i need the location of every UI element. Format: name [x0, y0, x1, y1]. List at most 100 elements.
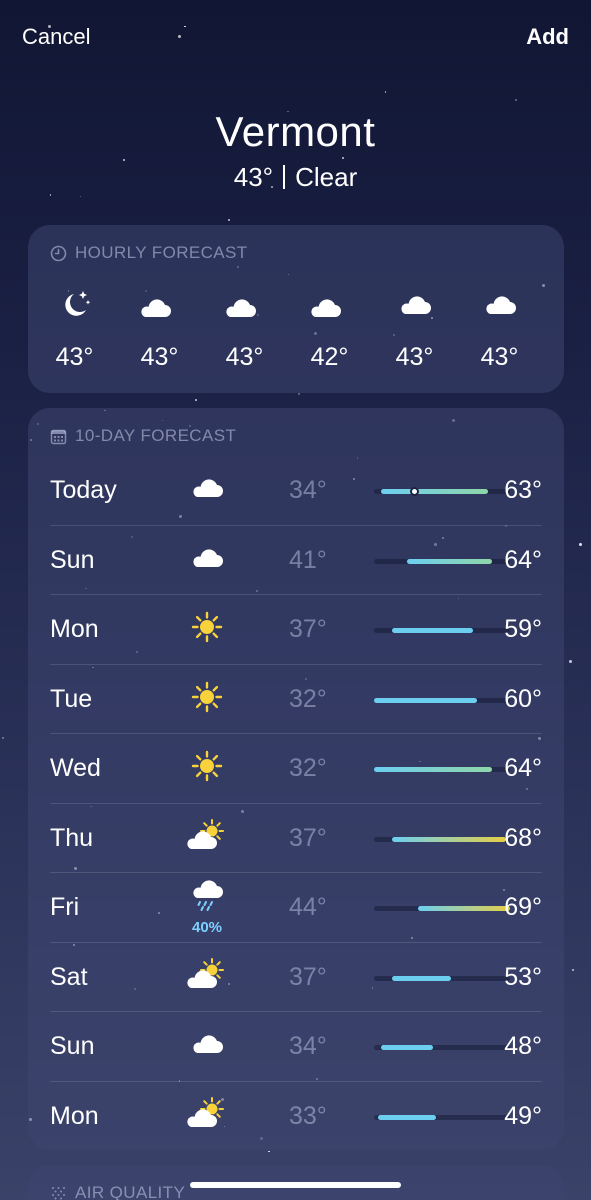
day-row[interactable]: Thu 37° 68° [50, 804, 542, 873]
temperature-range-bar [374, 697, 510, 703]
high-temperature: 59° [504, 615, 542, 643]
star [569, 660, 573, 664]
star [49, 194, 52, 196]
high-temperature: 53° [504, 962, 542, 991]
hour-temperature: 43° [55, 343, 94, 371]
hour-item: 43° [457, 287, 542, 372]
day-row[interactable]: Wed 32° 64° [50, 734, 542, 804]
day-row[interactable]: Sun 41° 64° [50, 526, 542, 595]
day-label: Mon [50, 1101, 99, 1130]
hour-temperature: 42° [310, 343, 349, 371]
add-button[interactable]: Add [526, 24, 569, 50]
temperature-range-fill [374, 697, 477, 703]
high-temperature: 63° [504, 476, 542, 504]
top-bar: Cancel Add [22, 24, 569, 54]
day-row[interactable]: Tue 32° 60° [50, 665, 542, 734]
cancel-button[interactable]: Cancel [22, 24, 90, 50]
temperature-range-bar [374, 487, 510, 496]
star [79, 195, 82, 198]
temperature-range-fill [377, 1114, 437, 1120]
star [268, 1150, 270, 1153]
low-temperature: 32° [289, 684, 327, 713]
cloud-moon-icon [140, 287, 180, 323]
day-row[interactable]: Today 34° 63° [50, 456, 542, 526]
hour-item: 43° [202, 287, 287, 372]
separator [283, 165, 286, 189]
day-row[interactable]: Mon 33° 49° [50, 1082, 542, 1152]
hour-item: 43° [32, 287, 117, 372]
day-label: Thu [50, 823, 94, 852]
star [515, 98, 518, 101]
current-temp-marker [409, 487, 419, 496]
hourly-forecast-header: HOURLY FORECAST [50, 243, 248, 263]
star [342, 156, 345, 159]
temperature-range-fill [392, 836, 507, 842]
temperature-range-fill [374, 767, 492, 772]
day-row[interactable]: Sat 37° 53° [50, 943, 542, 1012]
day-row[interactable]: Mon 37° 59° [50, 595, 542, 665]
temperature-range-fill [418, 906, 510, 911]
day-label: Fri [50, 893, 80, 921]
temperature-range-bar [374, 836, 510, 842]
high-temperature: 49° [504, 1101, 542, 1130]
low-temperature: 34° [289, 476, 327, 504]
day-label: Today [50, 476, 117, 504]
low-temperature: 41° [289, 545, 327, 574]
temperature-range-bar [374, 628, 510, 633]
cloud-icon [481, 287, 519, 323]
home-indicator[interactable] [190, 1182, 401, 1188]
current-temperature: 43° [233, 162, 274, 192]
ten-day-forecast-card[interactable]: 10-DAY FORECAST Today 34° 63° Sun 41° 64… [28, 408, 564, 1150]
day-label: Sun [50, 545, 95, 574]
cloud-icon [188, 473, 226, 508]
low-temperature: 37° [289, 962, 327, 991]
cloud-icon [188, 543, 226, 578]
star [2, 737, 5, 740]
hourly-forecast-card[interactable]: HOURLY FORECAST 43° 43° 43° 42° 43° 43° [28, 225, 564, 393]
day-label: Sun [50, 1032, 95, 1060]
low-temperature: 32° [289, 754, 327, 782]
day-row[interactable]: Sun 34° 48° [50, 1012, 542, 1082]
low-temperature: 44° [289, 893, 327, 921]
daily-list: Today 34° 63° Sun 41° 64° Mon 37° 59° Tu… [50, 456, 542, 1151]
temperature-range-bar [374, 558, 510, 564]
sun-icon [190, 610, 224, 649]
current-condition: Clear [295, 162, 358, 192]
day-label: Tue [50, 684, 93, 713]
sun-icon [190, 680, 224, 719]
hourly-forecast-title: HOURLY FORECAST [75, 243, 248, 262]
clock-icon [50, 245, 67, 261]
air-quality-title: AIR QUALITY [75, 1183, 186, 1200]
temperature-range-fill [392, 628, 474, 633]
temperature-range-fill [381, 489, 488, 494]
hour-temperature: 43° [225, 343, 264, 371]
hour-item: 43° [117, 287, 202, 372]
hour-temperature: 43° [140, 343, 179, 371]
high-temperature: 48° [504, 1032, 542, 1060]
temperature-range-bar [374, 1114, 510, 1120]
day-row[interactable]: Fri 40% 44° 69° [50, 873, 542, 943]
partly-cloudy-icon [186, 1096, 228, 1136]
high-temperature: 69° [504, 893, 542, 921]
calendar-icon [50, 429, 67, 444]
hour-temperature: 43° [395, 343, 434, 371]
day-label: Sat [50, 962, 88, 991]
hour-temperature: 43° [480, 343, 519, 371]
air-quality-icon [52, 1186, 65, 1199]
cloud-icon [396, 287, 434, 323]
high-temperature: 64° [504, 754, 542, 782]
temperature-range-fill [392, 975, 452, 981]
hour-item: 42° [287, 287, 372, 372]
day-label: Mon [50, 615, 99, 643]
low-temperature: 37° [289, 615, 327, 643]
temperature-range-bar [374, 975, 510, 981]
star [579, 542, 583, 546]
star [384, 91, 387, 93]
temperature-range-fill [381, 1045, 433, 1050]
air-quality-header: AIR QUALITY [50, 1183, 185, 1200]
low-temperature: 34° [289, 1032, 327, 1060]
high-temperature: 64° [504, 545, 542, 574]
low-temperature: 33° [289, 1101, 327, 1130]
rain-cloud-icon [189, 879, 225, 917]
temperature-range-fill [407, 558, 492, 564]
